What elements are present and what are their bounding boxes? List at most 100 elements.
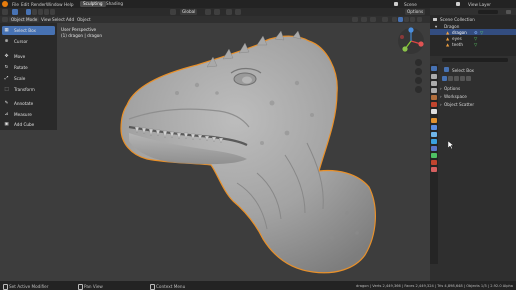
tool-label: Transform — [14, 87, 35, 93]
menu-render[interactable]: Render — [31, 2, 46, 7]
menu-help[interactable]: Help — [64, 2, 74, 7]
collapse-arrow-icon[interactable]: › — [440, 86, 442, 91]
measure-icon: ⊿ — [4, 112, 9, 117]
select-mode-invert-icon[interactable] — [460, 76, 465, 81]
transform-orientation-dropdown[interactable]: Global — [180, 9, 198, 15]
output-tab-icon[interactable] — [431, 81, 437, 86]
select-box-tool-icon[interactable] — [12, 9, 18, 15]
tool-rotate[interactable]: ↻ Rotate — [2, 63, 55, 72]
shading-material-icon[interactable] — [404, 16, 409, 23]
tool-settings-bar: Global Options — [0, 8, 430, 16]
view-layer-tab-icon[interactable] — [431, 88, 437, 93]
select-box-tool-icon — [444, 67, 449, 72]
scene-tab-icon[interactable] — [431, 95, 437, 100]
status-middle-hint: Pan View — [84, 283, 103, 289]
particles-tab-icon[interactable] — [431, 132, 437, 137]
section-object-scatter[interactable]: Object Scatter — [444, 102, 474, 107]
menu-file[interactable]: File — [12, 2, 19, 7]
outliner-row[interactable]: ▾ Dragon — [430, 23, 516, 29]
snap-target-icon[interactable] — [214, 9, 220, 15]
status-bar: Set Active Modifier Pan View Context Men… — [0, 281, 516, 290]
object-tab-icon[interactable] — [431, 118, 437, 123]
proportional-edit-icon[interactable] — [226, 9, 232, 15]
physics-tab-icon[interactable] — [431, 139, 437, 144]
material-tab-icon[interactable] — [431, 160, 437, 165]
overlay-toggle-icon[interactable] — [370, 16, 376, 23]
snap-icon[interactable] — [205, 9, 211, 15]
tool-measure[interactable]: ⊿ Measure — [2, 110, 55, 119]
mouse-right-icon — [150, 283, 155, 290]
select-mode-invert-icon[interactable] — [44, 9, 49, 15]
xray-toggle-icon[interactable] — [382, 16, 388, 23]
perspective-toggle-icon[interactable] — [415, 86, 422, 93]
gizmo-toggle-icon[interactable] — [361, 16, 367, 23]
select-mode-new-icon[interactable] — [442, 76, 447, 81]
tool-transform[interactable]: ⬚ Transform — [2, 85, 55, 94]
shading-options-icon[interactable] — [417, 16, 422, 23]
add-cube-icon: ▣ — [4, 122, 9, 127]
modifier-tab-icon[interactable] — [431, 125, 437, 130]
select-mode-new-icon[interactable] — [26, 9, 31, 15]
editor-type-icon[interactable] — [2, 9, 8, 15]
section-workspace[interactable]: Workspace — [444, 94, 467, 99]
shading-solid-icon[interactable] — [398, 16, 403, 23]
scene-selector[interactable]: Scene — [404, 2, 417, 7]
select-mode-extend-icon[interactable] — [32, 9, 37, 15]
outliner-row[interactable]: ▲ dragon ⚙ ▽ — [430, 29, 516, 35]
tool-scale[interactable]: ⤢ Scale — [2, 74, 55, 83]
menu-add[interactable]: Add — [66, 17, 74, 22]
tab-sculpting[interactable]: Sculpting — [80, 0, 106, 7]
mode-dropdown[interactable]: Object Mode — [9, 16, 40, 23]
menu-edit[interactable]: Edit — [21, 2, 29, 7]
transform-pivot-icon[interactable] — [170, 9, 176, 15]
filter-icon[interactable] — [506, 9, 511, 14]
navigation-gizmo[interactable] — [397, 27, 425, 55]
tool-tab-icon[interactable] — [431, 66, 437, 71]
camera-view-icon[interactable] — [415, 77, 422, 84]
outliner-row[interactable]: ▲ teeth ▽ — [430, 41, 516, 47]
render-tab-icon[interactable] — [431, 74, 437, 79]
visibility-icon[interactable] — [352, 16, 358, 23]
properties-search-field[interactable] — [442, 57, 508, 62]
texture-tab-icon[interactable] — [431, 167, 437, 172]
collapse-arrow-icon[interactable]: › — [440, 102, 442, 107]
collection-tab-icon[interactable] — [431, 109, 437, 114]
tool-annotate[interactable]: ✎ Annotate — [2, 99, 55, 108]
zoom-icon[interactable] — [415, 59, 422, 66]
menu-view[interactable]: View — [41, 17, 51, 22]
tool-cursor[interactable]: ⊕ Cursor — [2, 37, 55, 46]
select-mode-intersect-icon[interactable] — [466, 76, 471, 81]
select-mode-intersect-icon[interactable] — [50, 9, 55, 15]
menu-select[interactable]: Select — [52, 17, 65, 22]
properties-panel: Select Box Options Workspace Object Scat… — [430, 56, 516, 281]
collapse-arrow-icon[interactable]: › — [440, 94, 442, 99]
options-dropdown[interactable]: Options — [405, 9, 426, 15]
3d-viewport[interactable]: User Perspective (1) dragon | dragon — [57, 23, 430, 281]
view-layer-selector[interactable]: View Layer — [468, 2, 491, 7]
constraints-tab-icon[interactable] — [431, 146, 437, 151]
blender-logo-icon[interactable] — [2, 1, 8, 7]
outliner-search-icon[interactable] — [478, 9, 498, 14]
data-tab-icon[interactable] — [431, 153, 437, 158]
world-tab-icon[interactable] — [431, 102, 437, 107]
menu-window[interactable]: Window — [46, 2, 63, 7]
select-mode-subtract-icon[interactable] — [454, 76, 459, 81]
shading-wireframe-icon[interactable] — [392, 16, 397, 23]
tool-select-box[interactable]: ▦ Select Box — [2, 26, 55, 35]
outliner-row[interactable]: ▲ eyes ▽ — [430, 35, 516, 41]
view3d-editor-icon[interactable] — [2, 16, 8, 23]
section-options[interactable]: Options — [444, 86, 460, 91]
expand-arrow-icon[interactable]: ▾ — [435, 24, 437, 29]
proportional-falloff-icon[interactable] — [235, 9, 241, 15]
select-mode-subtract-icon[interactable] — [38, 9, 43, 15]
select-mode-extend-icon[interactable] — [448, 76, 453, 81]
menu-object[interactable]: Object — [77, 17, 91, 22]
tab-shading[interactable]: Shading — [103, 1, 126, 8]
collection-icon — [433, 17, 437, 21]
transform-icon: ⬚ — [4, 87, 9, 92]
shading-rendered-icon[interactable] — [410, 16, 415, 23]
pan-icon[interactable] — [415, 68, 422, 75]
dragon-model[interactable] — [57, 23, 430, 281]
tool-add-cube[interactable]: ▣ Add Cube — [2, 120, 55, 129]
tool-move[interactable]: ✥ Move — [2, 52, 55, 61]
